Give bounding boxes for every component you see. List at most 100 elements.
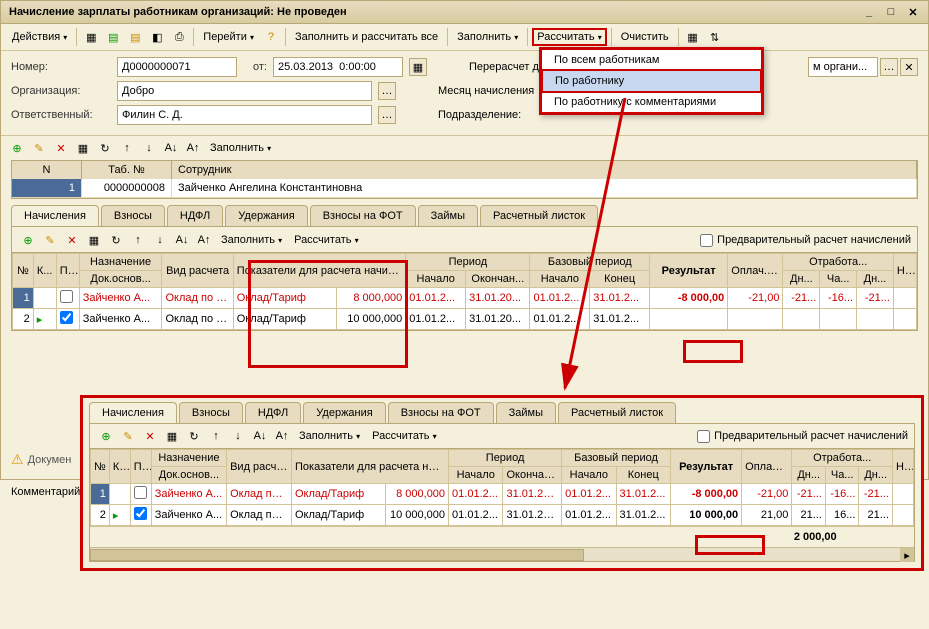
scroll-right-icon[interactable]: ▸ (900, 548, 914, 562)
p2-calc-menu[interactable]: Рассчитать ▾ (367, 427, 441, 445)
actions-menu[interactable]: Действия ▾ (7, 28, 72, 46)
calc-dropdown: По всем работникам По работнику По работ… (539, 47, 764, 115)
emp-header-tab: Таб. № (82, 161, 172, 179)
panel-fill-menu[interactable]: Заполнить ▾ (216, 231, 287, 249)
panel-refresh-icon[interactable]: ↻ (106, 230, 126, 250)
tab2-payslip[interactable]: Расчетный листок (558, 402, 676, 423)
tab2-ndfl[interactable]: НДФЛ (245, 402, 301, 423)
panel-add-icon[interactable]: ⊕ (18, 230, 38, 250)
p2-down-icon[interactable]: ↓ (228, 426, 248, 446)
org-suffix-input[interactable] (808, 57, 878, 77)
sort-icon[interactable]: ⇅ (705, 27, 725, 47)
tab2-contributions[interactable]: Взносы (179, 402, 243, 423)
p2-sdesc-icon[interactable]: A↑ (272, 426, 292, 446)
post-icon[interactable]: ▦ (81, 27, 101, 47)
p2-sasc-icon[interactable]: A↓ (250, 426, 270, 446)
emp-fill-menu[interactable]: Заполнить ▾ (205, 139, 276, 157)
warning-icon: ⚠ (11, 451, 24, 468)
tab2-accruals[interactable]: Начисления (89, 402, 177, 423)
list-settings-icon[interactable]: ▦ (683, 27, 703, 47)
panel-up-icon[interactable]: ↑ (128, 230, 148, 250)
p2-precalc-checkbox[interactable]: Предварительный расчет начислений (697, 430, 908, 443)
tab-fot[interactable]: Взносы на ФОТ (310, 205, 416, 226)
tab-contributions[interactable]: Взносы (101, 205, 165, 226)
menu-by-employee[interactable]: По работнику (541, 69, 762, 93)
print-icon[interactable]: ⎙ (169, 27, 189, 47)
precalc-checkbox[interactable]: Предварительный расчет начислений (700, 234, 911, 247)
spreadsheet-icon[interactable]: ▤ (103, 27, 123, 47)
delete-icon[interactable]: ✕ (51, 138, 71, 158)
p2-up-icon[interactable]: ↑ (206, 426, 226, 446)
tab2-fot[interactable]: Взносы на ФОТ (388, 402, 494, 423)
p2-add-icon[interactable]: ⊕ (96, 426, 116, 446)
accruals-grid[interactable]: № К... П... Назначение Вид расчета Показ… (12, 252, 917, 330)
report-icon[interactable]: ◧ (147, 27, 167, 47)
tab-accruals[interactable]: Начисления (11, 205, 99, 226)
org-ellipsis[interactable]: … (378, 82, 396, 100)
panel-down-icon[interactable]: ↓ (150, 230, 170, 250)
resp-input[interactable] (117, 105, 372, 125)
tab-strip: Начисления Взносы НДФЛ Удержания Взносы … (11, 205, 918, 226)
tab-loans[interactable]: Займы (418, 205, 478, 226)
table-row[interactable]: 2 ▸ Зайченко А... Оклад по дням Оклад/Та… (13, 309, 917, 330)
date-input[interactable] (273, 57, 403, 77)
month-label: Месяц начисления (438, 85, 534, 97)
emp-toolbar: ⊕ ✎ ✕ ▦ ↻ ↑ ↓ A↓ A↑ Заполнить ▾ (1, 136, 928, 160)
horizontal-scrollbar[interactable]: ▸ (90, 547, 914, 561)
help-icon[interactable]: ? (261, 27, 281, 47)
edit-icon[interactable]: ✎ (29, 138, 49, 158)
calc-menu[interactable]: Рассчитать ▾ (532, 28, 606, 46)
menu-all-employees[interactable]: По всем работникам (542, 50, 761, 70)
emp-cell-tab: 0000000008 (82, 179, 172, 198)
result-grid[interactable]: № К... П... Назначение Вид расчета Показ… (90, 448, 914, 561)
p2-copy-icon[interactable]: ▦ (162, 426, 182, 446)
org-suffix-ellipsis[interactable]: … (880, 58, 898, 76)
copy-icon[interactable]: ▦ (73, 138, 93, 158)
fill-menu[interactable]: Заполнить ▾ (452, 28, 523, 46)
panel-delete-icon[interactable]: ✕ (62, 230, 82, 250)
table-row[interactable]: 2 ▸ Зайченко А... Оклад по дням Оклад/Та… (91, 505, 914, 526)
titlebar: Начисление зарплаты работникам организац… (1, 1, 928, 24)
panel-copy-icon[interactable]: ▦ (84, 230, 104, 250)
maximize-button[interactable]: □ (884, 5, 898, 19)
emp-cell-name: Зайченко Ангелина Константиновна (172, 179, 917, 198)
panel-edit-icon[interactable]: ✎ (40, 230, 60, 250)
tab2-loans[interactable]: Займы (496, 402, 556, 423)
p2-fill-menu[interactable]: Заполнить ▾ (294, 427, 365, 445)
precalc-checkbox-input[interactable] (700, 234, 713, 247)
tab2-deductions[interactable]: Удержания (303, 402, 385, 423)
panel-sasc-icon[interactable]: A↓ (172, 230, 192, 250)
sort-desc-icon[interactable]: A↑ (183, 138, 203, 158)
p2-refresh-icon[interactable]: ↻ (184, 426, 204, 446)
doc-icon[interactable]: ▤ (125, 27, 145, 47)
org-input[interactable] (117, 81, 372, 101)
go-menu[interactable]: Перейти ▾ (198, 28, 259, 46)
clear-button[interactable]: Очистить (616, 28, 674, 46)
refresh-icon[interactable]: ↻ (95, 138, 115, 158)
p2-delete-icon[interactable]: ✕ (140, 426, 160, 446)
tab-deductions[interactable]: Удержания (225, 205, 307, 226)
add-icon[interactable]: ⊕ (7, 138, 27, 158)
resp-ellipsis[interactable]: … (378, 106, 396, 124)
org-suffix-clear[interactable]: ✕ (900, 58, 918, 76)
date-picker-icon[interactable]: ▦ (409, 58, 427, 76)
employee-row[interactable]: 1 0000000008 Зайченко Ангелина Константи… (12, 179, 917, 198)
sort-asc-icon[interactable]: A↓ (161, 138, 181, 158)
menu-by-employee-comments[interactable]: По работнику с комментариями (542, 92, 761, 112)
main-toolbar: Действия ▾ ▦ ▤ ▤ ◧ ⎙ Перейти ▾ ? Заполни… (1, 24, 928, 51)
table-row[interactable]: 1 Зайченко А... Оклад по дням Оклад/Тари… (91, 484, 914, 505)
table-row[interactable]: 1 Зайченко А... Оклад по дням Оклад/Тари… (13, 288, 917, 309)
panel-sdesc-icon[interactable]: A↑ (194, 230, 214, 250)
move-up-icon[interactable]: ↑ (117, 138, 137, 158)
minimize-button[interactable]: _ (862, 5, 876, 19)
comment-label: Комментарий (11, 486, 80, 498)
tab-payslip[interactable]: Расчетный листок (480, 205, 598, 226)
number-label: Номер: (11, 61, 111, 73)
p2-edit-icon[interactable]: ✎ (118, 426, 138, 446)
close-button[interactable]: ✕ (906, 5, 920, 19)
number-input[interactable] (117, 57, 237, 77)
panel-calc-menu[interactable]: Рассчитать ▾ (289, 231, 363, 249)
tab-ndfl[interactable]: НДФЛ (167, 205, 223, 226)
move-down-icon[interactable]: ↓ (139, 138, 159, 158)
fill-calc-all-button[interactable]: Заполнить и рассчитать все (290, 28, 443, 46)
